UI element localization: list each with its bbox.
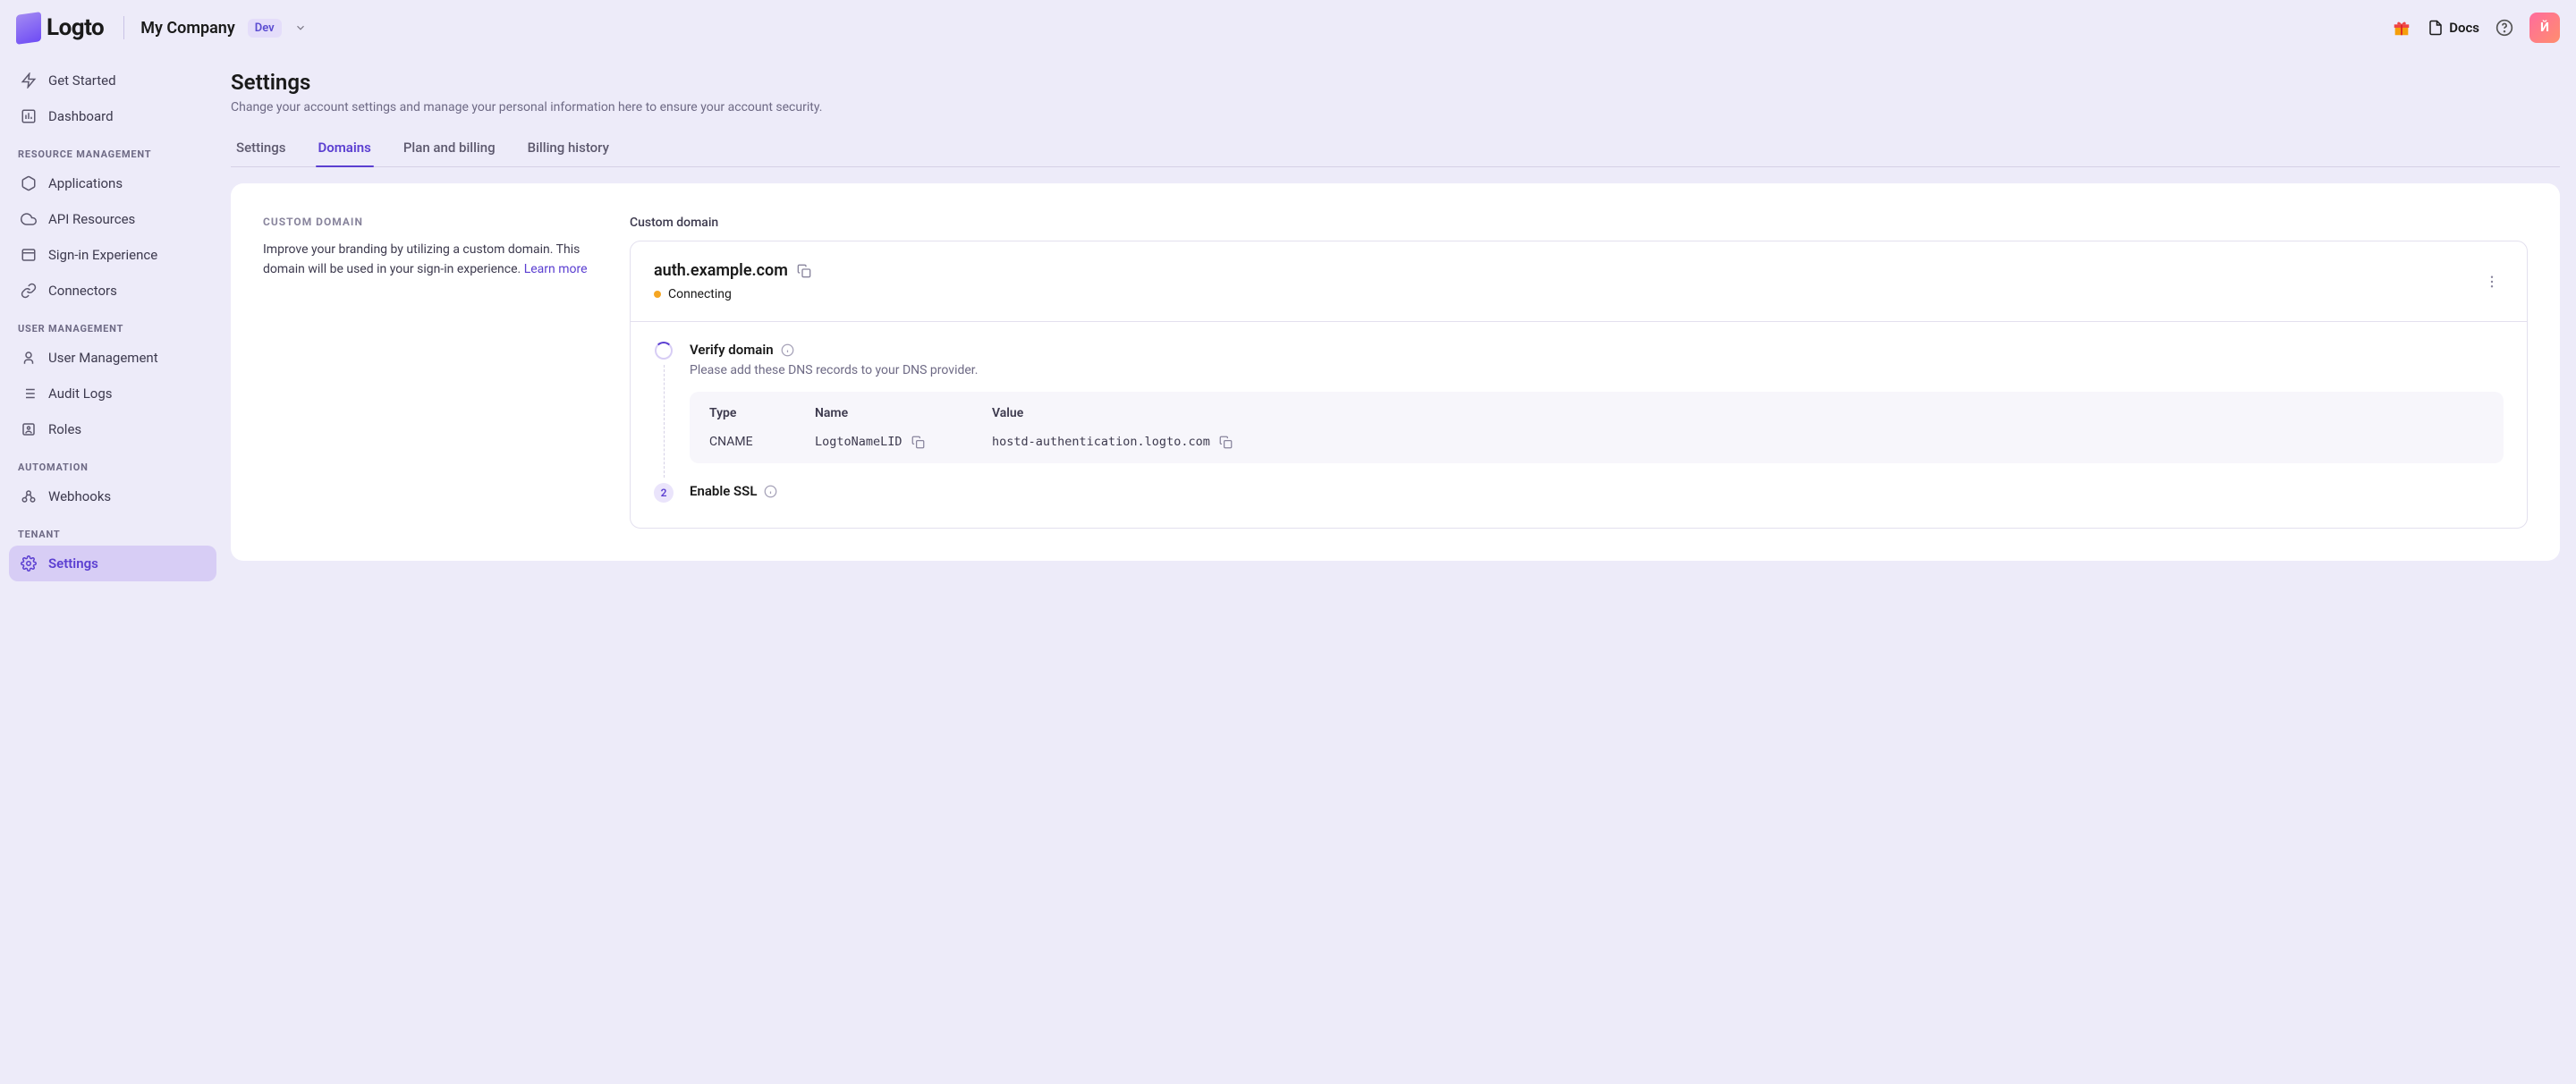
sidebar-item-webhooks[interactable]: Webhooks [9,478,216,514]
section-heading: CUSTOM DOMAIN [263,216,594,228]
sidebar-group-title: USER MANAGEMENT [9,309,216,340]
chevron-down-icon[interactable] [294,21,307,34]
sidebar-item-label: API Resources [48,211,135,227]
sidebar-item-user-management[interactable]: User Management [9,340,216,376]
sidebar-item-applications[interactable]: Applications [9,165,216,201]
tab-domains[interactable]: Domains [318,131,371,166]
sidebar-item-label: Roles [48,421,81,437]
dns-type: CNAME [709,435,799,449]
sidebar-item-label: Get Started [48,72,116,89]
cube-icon [20,174,38,192]
sidebar-item-label: Dashboard [48,108,114,124]
step-connector [664,365,665,478]
tab-settings[interactable]: Settings [236,131,286,166]
domain-name: auth.example.com [654,261,788,280]
copy-icon[interactable] [1219,436,1233,449]
hook-icon [20,487,38,505]
status-text: Connecting [668,287,732,301]
sidebar-group-title: RESOURCE MANAGEMENT [9,134,216,165]
spinner-icon [655,342,673,360]
sidebar-item-connectors[interactable]: Connectors [9,273,216,309]
domain-box: auth.example.com Connecting [630,241,2528,529]
help-icon[interactable] [2496,19,2513,37]
tabs: Settings Domains Plan and billing Billin… [231,131,2560,167]
sidebar-item-signin-experience[interactable]: Sign-in Experience [9,237,216,273]
field-label: Custom domain [630,216,2528,230]
sidebar-item-label: Webhooks [48,488,111,504]
custom-domain-card: CUSTOM DOMAIN Improve your branding by u… [231,183,2560,561]
gear-icon [20,555,38,572]
sidebar-item-label: Settings [48,555,98,572]
dns-name: LogtoNameLID [815,435,902,449]
copy-icon[interactable] [911,436,925,449]
link-icon [20,282,38,300]
logo[interactable]: Logto [16,13,104,43]
tab-plan-billing[interactable]: Plan and billing [403,131,496,166]
sidebar-item-get-started[interactable]: Get Started [9,63,216,98]
info-icon[interactable] [764,485,777,498]
table-header-name: Name [815,406,976,426]
step-description: Please add these DNS records to your DNS… [690,363,2504,377]
step-title: Verify domain [690,342,774,358]
sidebar-item-label: Audit Logs [48,385,113,402]
learn-more-link[interactable]: Learn more [524,262,588,276]
logo-mark-icon [16,12,41,45]
step-number: 2 [654,483,674,503]
dns-table: Type Name Value CNAME LogtoNameLID [690,392,2504,463]
sidebar-item-dashboard[interactable]: Dashboard [9,98,216,134]
list-icon [20,385,38,402]
sidebar-item-audit-logs[interactable]: Audit Logs [9,376,216,411]
table-header-value: Value [992,406,2484,426]
table-header-type: Type [709,406,799,426]
sidebar-item-roles[interactable]: Roles [9,411,216,447]
logo-text: Logto [47,14,104,41]
document-icon [2428,20,2444,36]
tenant-name[interactable]: My Company [140,19,235,38]
dns-value: hostd-authentication.logto.com [992,435,1210,449]
avatar-initial: Й [2540,21,2549,35]
cloud-icon [20,210,38,228]
page-title: Settings [231,70,2560,95]
sidebar-item-settings[interactable]: Settings [9,546,216,581]
env-badge: Dev [248,19,282,38]
sidebar-item-label: Connectors [48,283,117,299]
section-description: Improve your branding by utilizing a cus… [263,241,594,279]
sidebar-item-label: User Management [48,350,158,366]
divider [123,16,124,39]
badge-icon [20,420,38,438]
docs-link[interactable]: Docs [2428,20,2479,36]
info-icon[interactable] [781,343,794,357]
more-menu-icon[interactable] [2480,270,2504,293]
window-icon [20,246,38,264]
sidebar-item-label: Sign-in Experience [48,247,157,263]
step-title: Enable SSL [690,483,757,499]
bolt-icon [20,72,38,89]
avatar[interactable]: Й [2529,13,2560,43]
tab-billing-history[interactable]: Billing history [528,131,609,166]
status-dot-icon [654,291,661,298]
sidebar-group-title: AUTOMATION [9,447,216,478]
page-subtitle: Change your account settings and manage … [231,100,2560,114]
sidebar-item-api-resources[interactable]: API Resources [9,201,216,237]
sidebar-group-title: TENANT [9,514,216,546]
copy-icon[interactable] [797,264,811,278]
docs-label: Docs [2449,20,2479,36]
user-icon [20,349,38,367]
chart-icon [20,107,38,125]
sidebar-item-label: Applications [48,175,123,191]
gift-icon[interactable] [2392,18,2411,38]
sidebar: Get Started Dashboard RESOURCE MANAGEMEN… [0,55,225,1084]
